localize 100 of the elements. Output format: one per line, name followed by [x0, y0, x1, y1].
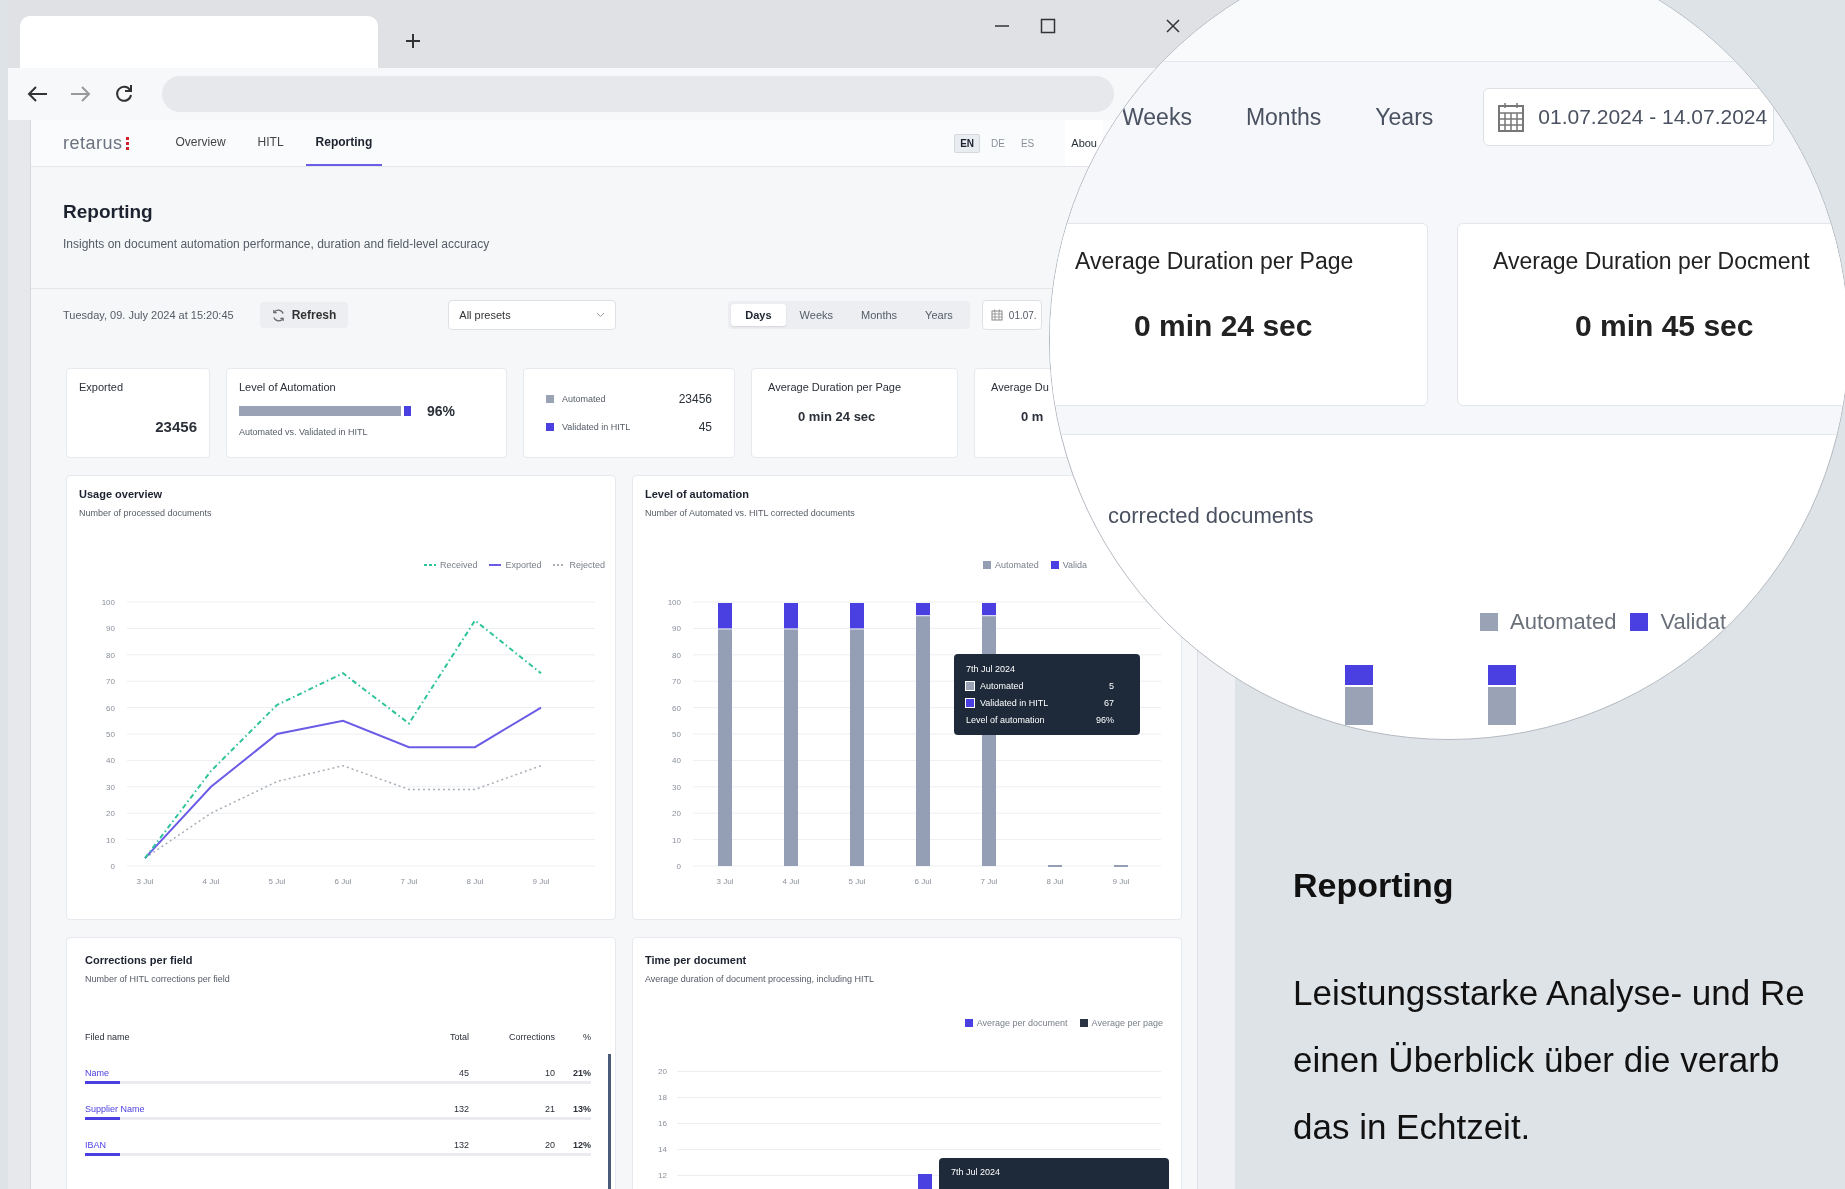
period-label: Years	[1375, 103, 1434, 131]
chart-title: Corrections per field	[85, 954, 194, 966]
date-range-field: 01.07.2024 - 14.07.2024	[1483, 88, 1775, 146]
nav-tab[interactable]: Overview	[165, 120, 236, 166]
tooltip-value: 96%	[1096, 715, 1114, 725]
axis-label: 40	[106, 756, 115, 766]
field-name: IBAN	[85, 1140, 107, 1150]
tooltip-title: 7th Jul 2024	[966, 664, 1017, 674]
tooltip-value: 5	[1109, 681, 1114, 691]
period-tab[interactable]: Weeks	[785, 304, 848, 326]
nav-tab[interactable]: HITL	[247, 120, 294, 166]
kpi-title: Average Duration per Page	[1075, 248, 1354, 275]
tooltip-value: 67	[1104, 698, 1114, 708]
legend-label: Automated	[1510, 609, 1617, 635]
axis-label: 60	[672, 703, 681, 713]
feature-title: Reporting	[1293, 866, 1455, 905]
legend-label: Validat	[1660, 609, 1727, 635]
kpi-value: 0 min 24 sec	[1134, 309, 1313, 343]
period-tab[interactable]: Days	[731, 304, 786, 326]
legend-label: Rejected	[569, 560, 605, 570]
table-cell-text: 13%	[572, 1104, 591, 1114]
axis-label: 4 Jul	[782, 877, 800, 886]
chevron-down-icon	[596, 312, 606, 318]
axis-label: 60	[106, 703, 115, 713]
axis-label: 20	[657, 1066, 667, 1076]
table-cell-text: 132	[452, 1140, 469, 1150]
column-header: %	[582, 1032, 591, 1042]
axis-label: 6 Jul	[914, 877, 932, 886]
axis-label: 6 Jul	[334, 877, 352, 886]
table-cell-text: 10	[544, 1068, 555, 1078]
kpi-value: 45	[698, 420, 712, 434]
axis-label: 18	[657, 1092, 667, 1102]
axis-label: 7 Jul	[400, 877, 418, 886]
legend-label: Automated	[562, 394, 606, 404]
period-label: Months	[1245, 103, 1322, 131]
forward-arrow-icon[interactable]	[70, 85, 92, 103]
close-icon[interactable]	[1166, 19, 1180, 33]
date-range-field[interactable]: 01.07.	[981, 300, 1042, 330]
language-option[interactable]: EN	[954, 133, 981, 153]
kpi-title: Average Duration per Page	[768, 381, 902, 393]
axis-label: 0	[676, 862, 681, 871]
axis-label: 0	[110, 862, 115, 871]
refresh-icon	[271, 308, 285, 322]
plus-icon[interactable]	[404, 32, 422, 50]
legend-label: Received	[439, 560, 478, 570]
timestamp-text: Tuesday, 09. July 2024 at 15:20:45	[63, 309, 234, 321]
kpi-title: Average Du	[991, 381, 1049, 393]
legend-label: Validated in HITL	[562, 422, 631, 432]
axis-label: 90	[106, 624, 115, 634]
axis-label: 50	[672, 730, 681, 739]
column-header: Total	[449, 1032, 469, 1042]
tooltip-label: Automated	[980, 681, 1024, 691]
feature-text: Leistungsstarke Analyse- und Re einen Überblick über die verarb das in Echtzeit.	[1293, 972, 1806, 1148]
period-tab[interactable]: Years	[911, 304, 967, 326]
chart-title: Time per document	[645, 954, 748, 966]
period-tab[interactable]: Months	[847, 304, 912, 326]
kpi-value: 0 m	[1021, 409, 1044, 424]
preset-dropdown[interactable]: All presets	[448, 300, 617, 330]
legend-label: Exported	[505, 560, 542, 570]
nav-tab[interactable]: Reporting	[305, 120, 383, 166]
kpi-title: Average Duration per Docment	[1493, 248, 1810, 275]
field-name: Supplier Name	[85, 1104, 146, 1114]
axis-label: 8 Jul	[1046, 877, 1064, 886]
axis-label: 16	[657, 1118, 667, 1128]
chart-title: Level of automation	[645, 488, 750, 500]
axis-label: 10	[106, 835, 115, 845]
kpi-title: Level of Automation	[239, 381, 337, 393]
tooltip-title: 7th Jul 2024	[951, 1167, 1001, 1177]
axis-label: 10	[672, 835, 681, 845]
axis-label: 90	[672, 624, 681, 634]
about-link[interactable]: Abou	[1065, 120, 1103, 166]
kpi-value: 23456	[678, 392, 712, 406]
page-title: Reporting	[63, 201, 154, 223]
back-arrow-icon[interactable]	[26, 85, 48, 103]
column-header: Filed name	[85, 1032, 131, 1042]
chart-subtitle: Number of HITL corrections per field	[85, 974, 231, 984]
axis-label: 70	[672, 677, 681, 687]
table-cell-text: 20	[544, 1140, 555, 1150]
maximize-icon[interactable]	[1040, 18, 1056, 34]
axis-label: 50	[106, 730, 115, 739]
legend-label: Automated	[995, 560, 1039, 570]
axis-label: 30	[672, 782, 681, 792]
axis-label: 7 Jul	[980, 877, 998, 886]
chart-subtitle: corrected documents	[1108, 503, 1315, 529]
axis-label: 9 Jul	[1112, 877, 1130, 886]
table-cell-text: 21%	[572, 1068, 591, 1078]
axis-label: 3 Jul	[716, 877, 734, 886]
legend-label: Average per document	[976, 1018, 1068, 1028]
axis-label: 4 Jul	[202, 877, 220, 886]
axis-label: 20	[106, 809, 115, 819]
chart-subtitle: Number of processed documents	[79, 508, 213, 518]
axis-label: 14	[657, 1144, 667, 1154]
axis-label: 30	[106, 782, 115, 792]
refresh-button[interactable]: Refresh	[259, 302, 349, 328]
page-subtitle: Insights on document automation performance, duration and field-level accuracy	[63, 237, 491, 251]
axis-label: 8 Jul	[466, 877, 484, 886]
kpi-caption: Automated vs. Validated in HITL	[239, 427, 369, 437]
tooltip-label: Level of automation	[966, 715, 1045, 725]
reload-icon[interactable]	[114, 84, 134, 104]
legend-label: Average per page	[1091, 1018, 1163, 1028]
